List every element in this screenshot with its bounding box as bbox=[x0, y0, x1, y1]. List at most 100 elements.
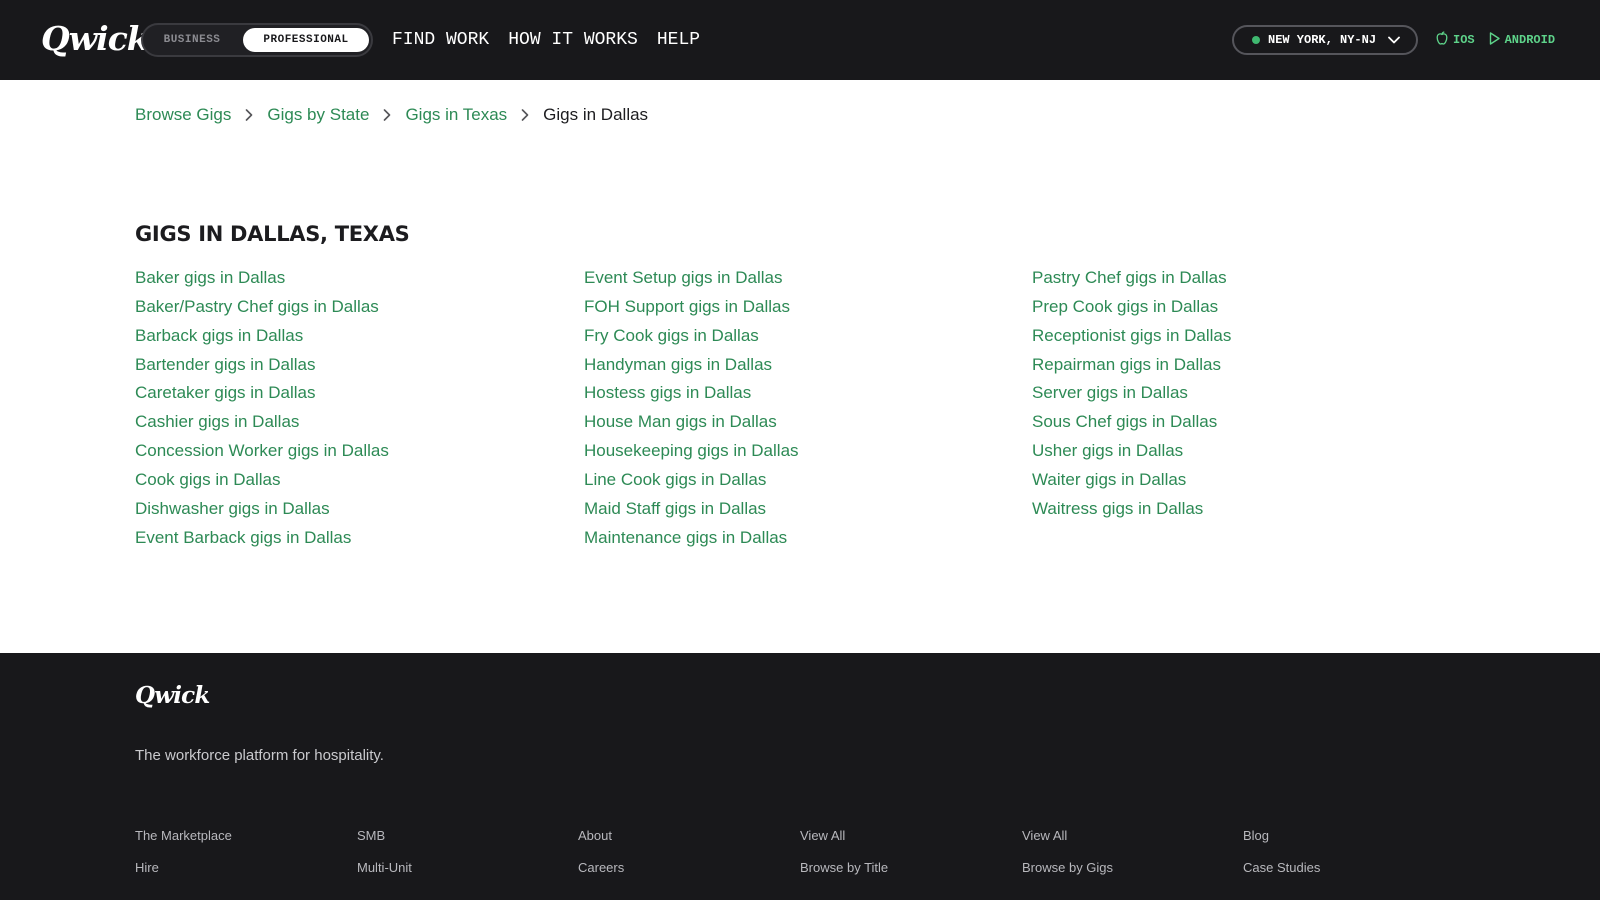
site-footer: Qwick The workforce platform for hospita… bbox=[0, 653, 1600, 900]
footer-link-view-all[interactable]: View All bbox=[800, 828, 845, 843]
gig-link[interactable]: Cook gigs in Dallas bbox=[135, 470, 281, 489]
list-item: Browse by Title bbox=[800, 860, 888, 892]
footer-link-browse-by-title[interactable]: Browse by Title bbox=[800, 860, 888, 875]
list-item: Handyman gigs in Dallas bbox=[584, 351, 799, 380]
business-professional-toggle[interactable]: BUSINESS PROFESSIONAL bbox=[141, 23, 373, 57]
list-item: Hostess gigs in Dallas bbox=[584, 379, 799, 408]
gig-link[interactable]: Maid Staff gigs in Dallas bbox=[584, 499, 766, 518]
footer-column-2: SMB Multi-Unit bbox=[357, 828, 412, 892]
footer-link-careers[interactable]: Careers bbox=[578, 860, 624, 875]
list-item: View All bbox=[800, 828, 888, 860]
list-item: Bartender gigs in Dallas bbox=[135, 351, 389, 380]
list-item: Pastry Chef gigs in Dallas bbox=[1032, 264, 1231, 293]
list-item: Fry Cook gigs in Dallas bbox=[584, 322, 799, 351]
gig-link[interactable]: Baker/Pastry Chef gigs in Dallas bbox=[135, 297, 379, 316]
breadcrumb-current-gigs-in-dallas: Gigs in Dallas bbox=[543, 105, 649, 124]
list-item: Prep Cook gigs in Dallas bbox=[1032, 293, 1231, 322]
list-item: Browse by Gigs bbox=[1022, 860, 1113, 892]
location-selector[interactable]: NEW YORK, NY-NJ bbox=[1232, 25, 1418, 55]
gig-link[interactable]: Housekeeping gigs in Dallas bbox=[584, 441, 799, 460]
google-play-icon bbox=[1489, 31, 1500, 49]
list-item: Sous Chef gigs in Dallas bbox=[1032, 408, 1231, 437]
location-label: NEW YORK, NY-NJ bbox=[1268, 33, 1377, 47]
breadcrumb-gigs-by-state[interactable]: Gigs by State bbox=[267, 105, 369, 125]
list-item: Waiter gigs in Dallas bbox=[1032, 466, 1231, 495]
list-item: Multi-Unit bbox=[357, 860, 412, 892]
list-item: Event Barback gigs in Dallas bbox=[135, 524, 389, 553]
gig-link[interactable]: Caretaker gigs in Dallas bbox=[135, 383, 315, 402]
footer-link-smb[interactable]: SMB bbox=[357, 828, 385, 843]
gig-link[interactable]: Baker gigs in Dallas bbox=[135, 268, 285, 287]
gig-link[interactable]: Dishwasher gigs in Dallas bbox=[135, 499, 330, 518]
breadcrumb-gigs-in-texas[interactable]: Gigs in Texas bbox=[405, 105, 507, 125]
gig-link[interactable]: Receptionist gigs in Dallas bbox=[1032, 326, 1231, 345]
breadcrumb-browse-gigs[interactable]: Browse Gigs bbox=[135, 105, 231, 125]
gig-link[interactable]: Barback gigs in Dallas bbox=[135, 326, 303, 345]
list-item: Line Cook gigs in Dallas bbox=[584, 466, 799, 495]
list-item: Server gigs in Dallas bbox=[1032, 379, 1231, 408]
list-item: Event Setup gigs in Dallas bbox=[584, 264, 799, 293]
list-item: Usher gigs in Dallas bbox=[1032, 437, 1231, 466]
gig-link[interactable]: FOH Support gigs in Dallas bbox=[584, 297, 790, 316]
nav-how-it-works[interactable]: HOW IT WORKS bbox=[508, 26, 638, 54]
nav-find-work[interactable]: FIND WORK bbox=[392, 26, 489, 54]
gig-link[interactable]: Event Setup gigs in Dallas bbox=[584, 268, 782, 287]
chevron-right-icon bbox=[521, 109, 529, 121]
list-item: Caretaker gigs in Dallas bbox=[135, 379, 389, 408]
ios-app-link[interactable]: IOS bbox=[1436, 31, 1475, 49]
chevron-right-icon bbox=[383, 109, 391, 121]
gig-link[interactable]: Concession Worker gigs in Dallas bbox=[135, 441, 389, 460]
page-title: GIGS IN DALLAS, TEXAS bbox=[135, 222, 410, 246]
list-item: Maintenance gigs in Dallas bbox=[584, 524, 799, 553]
gig-links-column-1: Baker gigs in Dallas Baker/Pastry Chef g… bbox=[135, 264, 389, 552]
gig-link[interactable]: House Man gigs in Dallas bbox=[584, 412, 777, 431]
footer-link-about[interactable]: About bbox=[578, 828, 612, 843]
professional-toggle-option[interactable]: PROFESSIONAL bbox=[243, 28, 369, 52]
footer-column-5: View All Browse by Gigs bbox=[1022, 828, 1113, 892]
main-nav: FIND WORK HOW IT WORKS HELP bbox=[392, 26, 700, 54]
gig-link[interactable]: Pastry Chef gigs in Dallas bbox=[1032, 268, 1227, 287]
gig-link[interactable]: Cashier gigs in Dallas bbox=[135, 412, 299, 431]
qwick-logo[interactable]: Qwick bbox=[41, 17, 150, 61]
footer-link-case-studies[interactable]: Case Studies bbox=[1243, 860, 1320, 875]
list-item: Waitress gigs in Dallas bbox=[1032, 495, 1231, 524]
android-label: ANDROID bbox=[1504, 33, 1556, 47]
footer-link-hire[interactable]: Hire bbox=[135, 860, 159, 875]
gig-link[interactable]: Usher gigs in Dallas bbox=[1032, 441, 1183, 460]
nav-help[interactable]: HELP bbox=[657, 26, 700, 54]
list-item: Cook gigs in Dallas bbox=[135, 466, 389, 495]
footer-column-3: About Careers bbox=[578, 828, 624, 892]
footer-link-view-all[interactable]: View All bbox=[1022, 828, 1067, 843]
footer-link-blog[interactable]: Blog bbox=[1243, 828, 1269, 843]
gig-link[interactable]: Bartender gigs in Dallas bbox=[135, 355, 315, 374]
footer-link-the-marketplace[interactable]: The Marketplace bbox=[135, 828, 232, 843]
footer-link-browse-by-gigs[interactable]: Browse by Gigs bbox=[1022, 860, 1113, 875]
gig-link[interactable]: Waitress gigs in Dallas bbox=[1032, 499, 1203, 518]
gig-link[interactable]: Event Barback gigs in Dallas bbox=[135, 528, 351, 547]
gig-link[interactable]: Sous Chef gigs in Dallas bbox=[1032, 412, 1217, 431]
list-item: Baker gigs in Dallas bbox=[135, 264, 389, 293]
business-toggle-option[interactable]: BUSINESS bbox=[149, 28, 235, 52]
list-item: Baker/Pastry Chef gigs in Dallas bbox=[135, 293, 389, 322]
list-item: Case Studies bbox=[1243, 860, 1320, 892]
gig-link[interactable]: Handyman gigs in Dallas bbox=[584, 355, 772, 374]
list-item: SMB bbox=[357, 828, 412, 860]
footer-qwick-logo[interactable]: Qwick bbox=[135, 682, 210, 709]
list-item: Cashier gigs in Dallas bbox=[135, 408, 389, 437]
list-item: Receptionist gigs in Dallas bbox=[1032, 322, 1231, 351]
gig-link[interactable]: Waiter gigs in Dallas bbox=[1032, 470, 1186, 489]
gig-link[interactable]: Prep Cook gigs in Dallas bbox=[1032, 297, 1218, 316]
list-item: Barback gigs in Dallas bbox=[135, 322, 389, 351]
list-item: Housekeeping gigs in Dallas bbox=[584, 437, 799, 466]
gig-link[interactable]: Fry Cook gigs in Dallas bbox=[584, 326, 759, 345]
list-item: Dishwasher gigs in Dallas bbox=[135, 495, 389, 524]
footer-column-6: Blog Case Studies bbox=[1243, 828, 1320, 892]
footer-link-multi-unit[interactable]: Multi-Unit bbox=[357, 860, 412, 875]
gig-link[interactable]: Maintenance gigs in Dallas bbox=[584, 528, 787, 547]
gig-link[interactable]: Hostess gigs in Dallas bbox=[584, 383, 751, 402]
footer-tagline: The workforce platform for hospitality. bbox=[135, 747, 384, 764]
android-app-link[interactable]: ANDROID bbox=[1489, 31, 1556, 49]
gig-link[interactable]: Repairman gigs in Dallas bbox=[1032, 355, 1221, 374]
gig-link[interactable]: Line Cook gigs in Dallas bbox=[584, 470, 766, 489]
gig-link[interactable]: Server gigs in Dallas bbox=[1032, 383, 1188, 402]
